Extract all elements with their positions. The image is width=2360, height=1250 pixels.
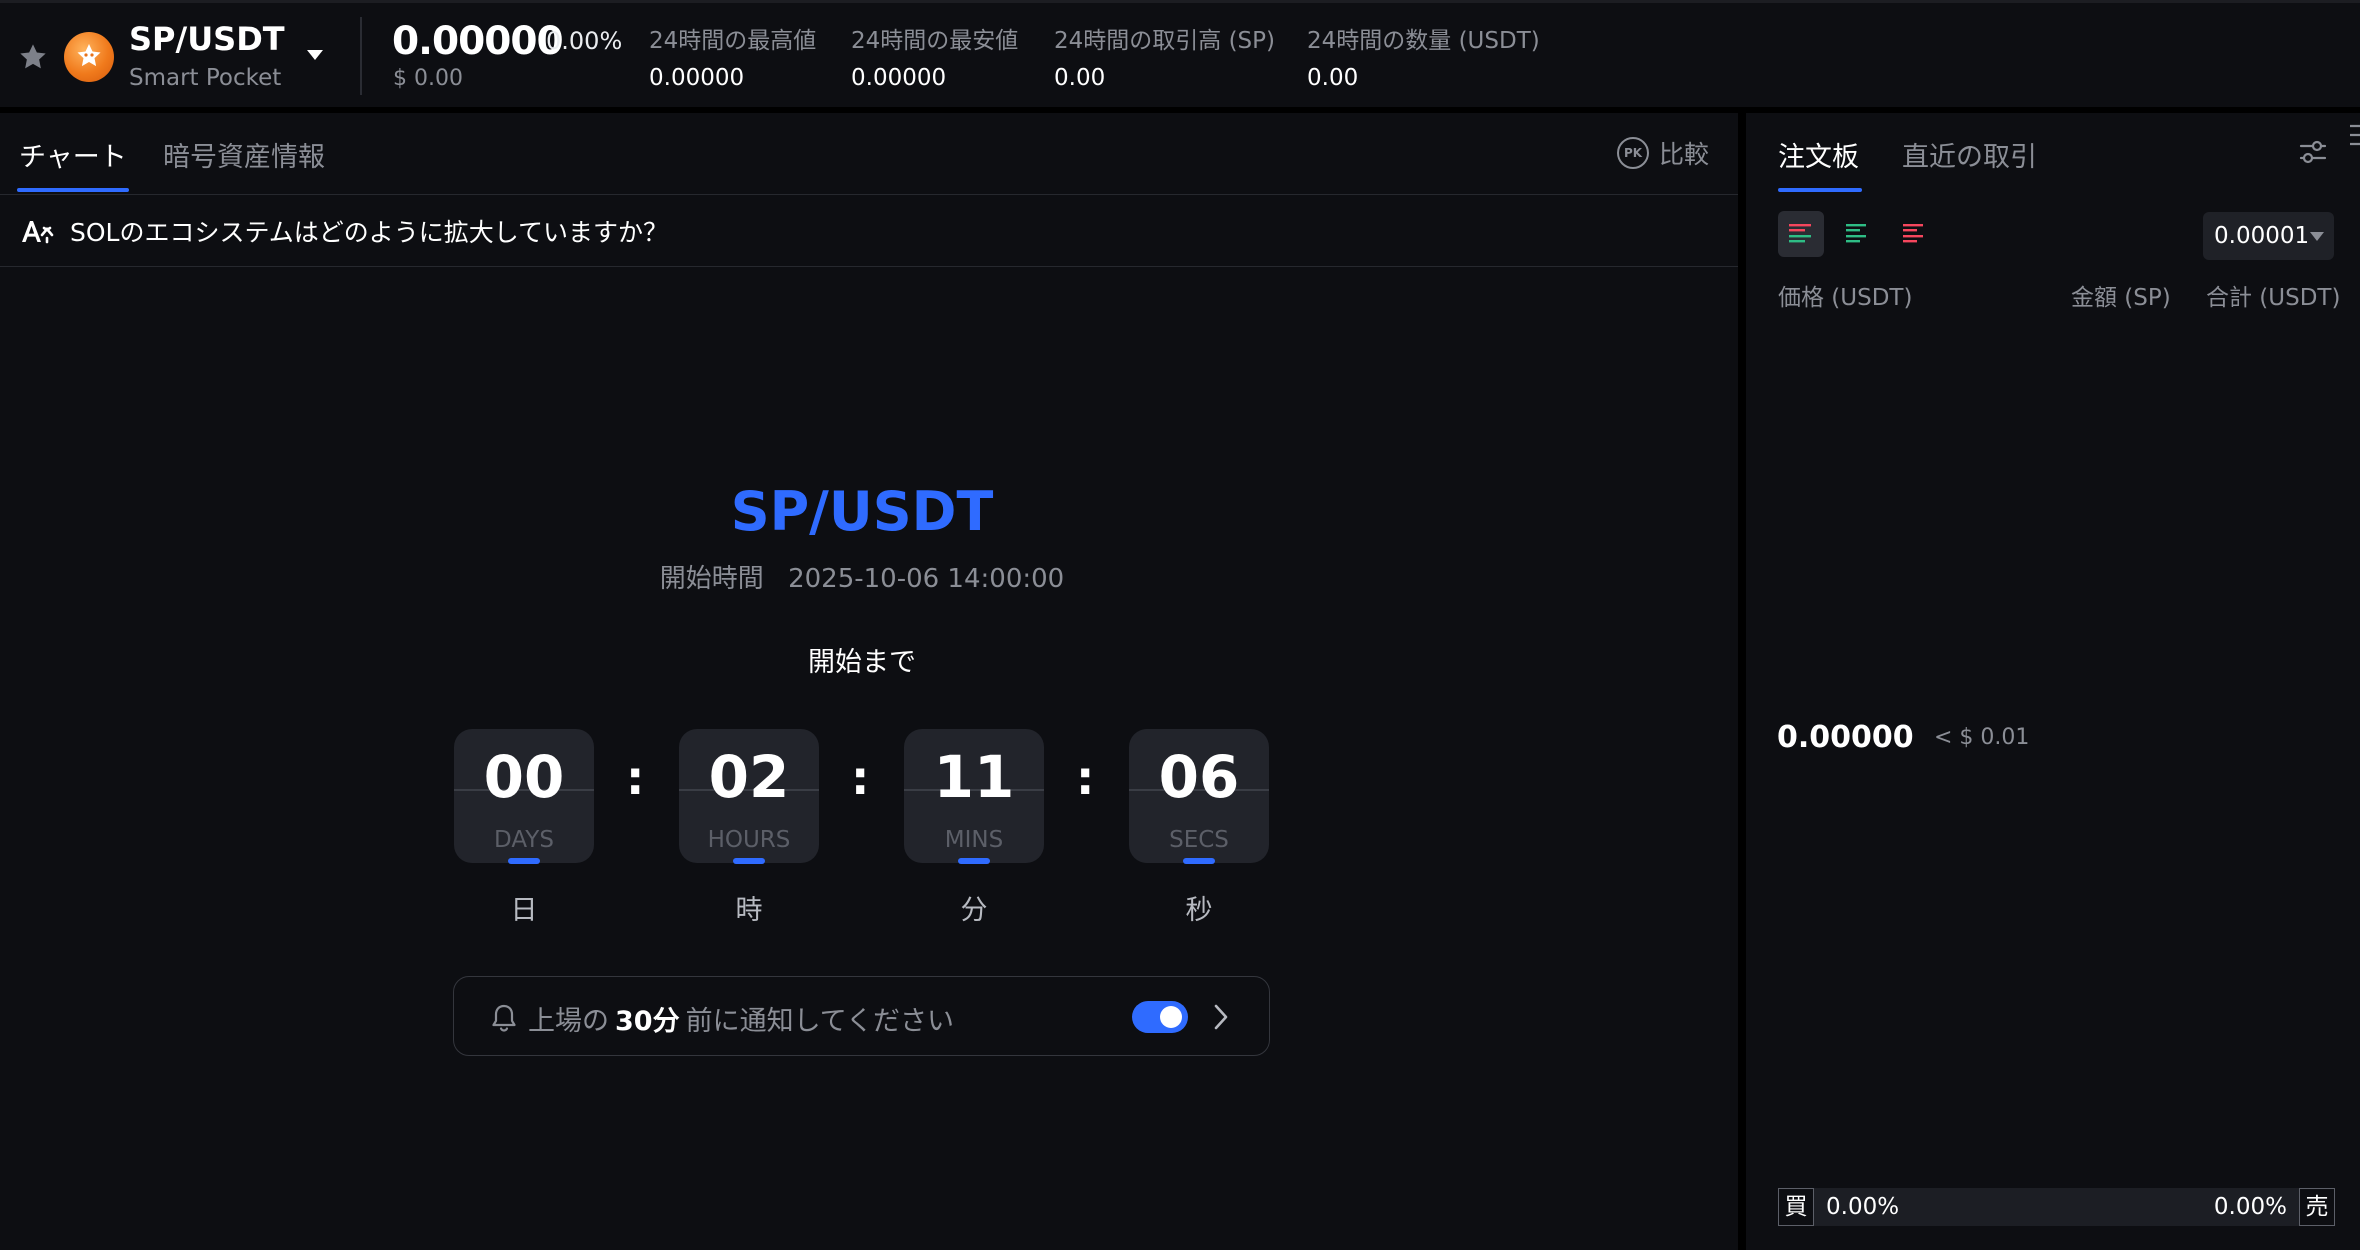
mid-price-usd: < $ 0.01 xyxy=(1934,725,2030,750)
chevron-down-icon[interactable] xyxy=(306,49,324,61)
buy-tag: 買 xyxy=(1778,1188,1814,1226)
token-logo xyxy=(64,32,114,82)
precision-select[interactable]: 0.00001 xyxy=(2203,212,2334,260)
countdown-separator: : xyxy=(851,751,870,805)
stat-low-label: 24時間の最安値 xyxy=(851,28,1019,54)
token-name: Smart Pocket xyxy=(129,65,282,91)
active-tab-indicator xyxy=(17,188,129,192)
stat-low-value: 0.00000 xyxy=(851,65,947,91)
days-caption: 日 xyxy=(510,895,538,926)
start-time-value: 2025-10-06 14:00:00 xyxy=(788,564,1065,594)
compare-icon: PK xyxy=(1617,137,1649,169)
column-amount: 金額 (SP) xyxy=(2071,285,2171,311)
hours-value: 02 xyxy=(708,743,790,811)
stat-volume-usdt-label: 24時間の数量 (USDT) xyxy=(1307,28,1540,54)
countdown-seconds: 06 SECS xyxy=(1129,729,1269,864)
chart-panel: チャート 暗号資産情報 PK 比較 SOLのエコシステムはどのように拡大していま… xyxy=(0,113,1738,1250)
tabs-divider xyxy=(0,194,1738,195)
mid-price: 0.00000 xyxy=(1777,720,1914,755)
orderbook-view-buy[interactable] xyxy=(1835,211,1881,257)
notification-toggle[interactable] xyxy=(1132,1001,1188,1033)
precision-value: 0.00001 xyxy=(2214,223,2310,249)
stat-volume-sp-value: 0.00 xyxy=(1054,65,1106,91)
panel-menu-icon[interactable] xyxy=(2346,123,2360,153)
stat-volume-sp-label: 24時間の取引高 (SP) xyxy=(1054,28,1275,54)
header-divider xyxy=(360,17,362,95)
orderbook-both-icon xyxy=(1789,224,1811,243)
hours-caption: 時 xyxy=(735,895,763,926)
stat-high-label: 24時間の最高値 xyxy=(649,28,817,54)
star-icon[interactable] xyxy=(17,41,49,73)
notification-text: 上場の 30分 前に通知してください xyxy=(528,999,954,1038)
tab-crypto-info[interactable]: 暗号資産情報 xyxy=(163,135,325,174)
banner-divider xyxy=(0,266,1738,267)
column-price: 価格 (USDT) xyxy=(1778,285,1913,311)
column-total: 合計 (USDT) xyxy=(2206,285,2341,311)
tab-orderbook[interactable]: 注文板 xyxy=(1778,135,1859,174)
seconds-caption: 秒 xyxy=(1185,895,1213,926)
countdown-separator: : xyxy=(1076,751,1095,805)
tab-chart[interactable]: チャート xyxy=(19,135,127,174)
tab-recent-trades[interactable]: 直近の取引 xyxy=(1902,135,2037,174)
chevron-right-icon[interactable] xyxy=(1212,1002,1230,1032)
ai-question-text: SOLのエコシステムはどのように拡大していますか？ xyxy=(70,218,668,247)
stat-volume-usdt-value: 0.00 xyxy=(1307,65,1359,91)
seconds-unit: SECS xyxy=(1169,827,1229,853)
ai-icon xyxy=(22,221,54,244)
compare-label: 比較 xyxy=(1659,140,1710,169)
sell-tag: 売 xyxy=(2299,1188,2335,1226)
orderbook-view-sell[interactable] xyxy=(1892,211,1938,257)
market-header: SP/USDT Smart Pocket 0.00000 0.00% $ 0.0… xyxy=(0,0,2360,107)
pair-symbol[interactable]: SP/USDT xyxy=(129,20,285,58)
sell-percentage: 0.00% xyxy=(2213,1194,2287,1220)
listing-notification[interactable]: 上場の 30分 前に通知してください xyxy=(453,976,1270,1056)
settings-sliders-icon[interactable] xyxy=(2298,137,2328,167)
notify-suffix: 前に通知してください xyxy=(685,1006,954,1037)
until-start-label: 開始まで xyxy=(808,647,916,678)
active-tab-indicator xyxy=(1778,188,1862,192)
countdown-days: 00 DAYS xyxy=(454,729,594,864)
countdown-pair: SP/USDT xyxy=(730,480,994,543)
orderbook-panel: 注文板 直近の取引 0.00001 価格 (USDT) 金額 (SP) 合計 (… xyxy=(1746,113,2360,1250)
countdown-hours: 02 HOURS xyxy=(679,729,819,864)
countdown-minutes: 11 MINS xyxy=(904,729,1044,864)
orderbook-sell-icon xyxy=(1903,224,1923,243)
notify-prefix: 上場の xyxy=(528,1006,609,1037)
start-time-label: 開始時間 xyxy=(659,564,764,594)
compare-button[interactable]: PK 比較 xyxy=(1617,135,1709,171)
chevron-down-icon xyxy=(2310,232,2324,241)
buy-percentage: 0.00% xyxy=(1826,1194,1900,1220)
ai-question-banner[interactable]: SOLのエコシステムはどのように拡大していますか？ xyxy=(20,213,668,249)
toggle-knob xyxy=(1160,1006,1182,1028)
stat-high-value: 0.00000 xyxy=(649,65,745,91)
hours-unit: HOURS xyxy=(707,827,791,853)
bell-icon xyxy=(492,1004,516,1032)
days-unit: DAYS xyxy=(494,827,554,853)
price-usd: $ 0.00 xyxy=(393,66,463,91)
seconds-value: 06 xyxy=(1158,743,1240,811)
notify-lead-time: 30分 xyxy=(615,1006,680,1037)
days-value: 00 xyxy=(483,743,565,811)
price-change: 0.00% xyxy=(546,27,623,55)
minutes-unit: MINS xyxy=(944,827,1004,853)
orderbook-buy-icon xyxy=(1846,224,1866,243)
minutes-value: 11 xyxy=(933,743,1015,811)
start-time-row: 開始時間 2025-10-06 14:00:00 xyxy=(0,558,1724,595)
orderbook-view-both[interactable] xyxy=(1778,211,1824,257)
minutes-caption: 分 xyxy=(960,895,988,926)
buy-sell-ratio-bar: 買 0.00% 0.00% 売 xyxy=(1778,1188,2335,1226)
last-price: 0.00000 xyxy=(392,19,564,64)
countdown-separator: : xyxy=(626,751,645,805)
